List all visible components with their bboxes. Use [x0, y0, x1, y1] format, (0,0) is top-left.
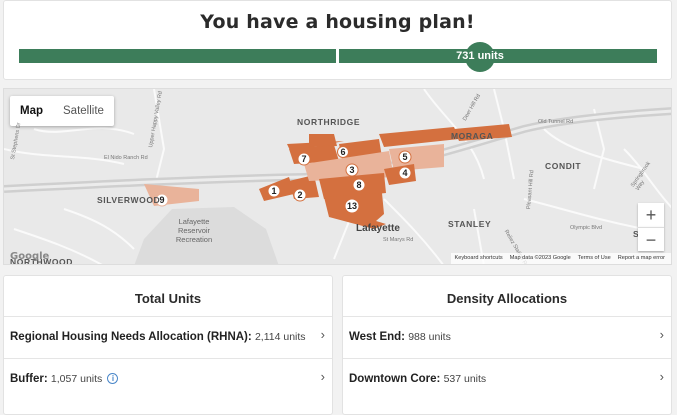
google-logo: Google — [10, 251, 50, 262]
zone-label-3: 3 — [349, 165, 354, 175]
housing-plan-header: You have a housing plan! 731 units — [3, 0, 672, 80]
zone-8b — [309, 134, 337, 147]
west-end-row[interactable]: West End: 988 units › — [343, 317, 671, 357]
place-condit: CONDIT — [545, 161, 582, 171]
place-moraga: MORAGA — [451, 131, 494, 141]
buffer-row[interactable]: Buffer: 1,057 units i › — [4, 359, 332, 399]
zone-label-5: 5 — [402, 152, 407, 162]
chevron-right-icon: › — [659, 327, 664, 342]
zone-label-7: 6 — [340, 147, 345, 157]
zone-label-13: 13 — [347, 201, 357, 211]
road-st-marys: St Marys Rd — [383, 237, 414, 243]
chevron-right-icon: › — [659, 369, 664, 384]
zone-moraga-strip — [379, 127, 459, 147]
place-northridge: NORTHRIDGE — [297, 117, 361, 127]
zoom-out-button[interactable]: − — [638, 227, 664, 251]
map-type-control: Map Satellite — [10, 96, 114, 126]
total-units-card: Total Units Regional Housing Needs Alloc… — [3, 275, 333, 415]
map-view[interactable]: 7 6 5 1 2 3 4 8 13 9 Map Satellite NORTH… — [3, 88, 672, 265]
zone-label-4: 8 — [356, 180, 361, 190]
units-progress-bar: 731 units — [19, 42, 657, 72]
road-olympic: Olympic Blvd — [570, 225, 603, 231]
chevron-right-icon: › — [320, 369, 325, 384]
progress-segment-1 — [19, 49, 336, 63]
total-units-title: Total Units — [134, 291, 202, 306]
plan-title: You have a housing plan! — [200, 11, 475, 33]
downtown-core-value: 537 units — [443, 373, 487, 385]
place-stanley: STANLEY — [448, 219, 492, 229]
place-lafayette: Lafayette — [356, 223, 400, 234]
map-data-text: Map data ©2023 Google — [509, 255, 571, 261]
road-old-tunnel: Old Tunnel Rd — [538, 119, 574, 125]
place-reservoir: Lafayette Reservoir Recreation — [175, 217, 213, 244]
downtown-core-label: Downtown Core: — [349, 373, 441, 385]
place-silverwood: SILVERWOOD — [97, 195, 161, 205]
buffer-label: Buffer: — [10, 373, 48, 385]
road-el-nido: El Nido Ranch Rd — [104, 155, 148, 161]
west-end-value: 988 units — [408, 331, 451, 343]
rhna-row[interactable]: Regional Housing Needs Allocation (RHNA)… — [4, 317, 332, 357]
density-allocations-card: Density Allocations West End: 988 units … — [342, 275, 672, 415]
map-attribution: Keyboard shortcuts Map data ©2023 Google… — [450, 253, 671, 264]
zone-label-2: 2 — [297, 190, 302, 200]
info-icon[interactable]: i — [107, 373, 119, 384]
zone-label-1: 1 — [271, 186, 276, 196]
west-end-label: West End: — [349, 331, 406, 343]
density-allocations-title: Density Allocations — [446, 291, 568, 306]
report-error-link[interactable]: Report a map error — [618, 255, 665, 264]
buffer-value: 1,057 units — [50, 373, 103, 385]
map-type-satellite-button[interactable]: Satellite — [53, 96, 114, 126]
rhna-label: Regional Housing Needs Allocation (RHNA)… — [10, 331, 252, 343]
rhna-value: 2,114 units — [254, 331, 306, 343]
zone-label-6: 4 — [402, 168, 407, 178]
zoom-in-button[interactable]: + — [638, 203, 664, 227]
zone-label-8: 7 — [301, 154, 306, 164]
downtown-core-row[interactable]: Downtown Core: 537 units › — [343, 359, 671, 399]
keyboard-shortcuts-link[interactable]: Keyboard shortcuts — [455, 255, 503, 264]
terms-link[interactable]: Terms of Use — [578, 255, 611, 264]
chevron-right-icon: › — [320, 327, 325, 342]
total-units-label: 731 units — [456, 50, 504, 62]
